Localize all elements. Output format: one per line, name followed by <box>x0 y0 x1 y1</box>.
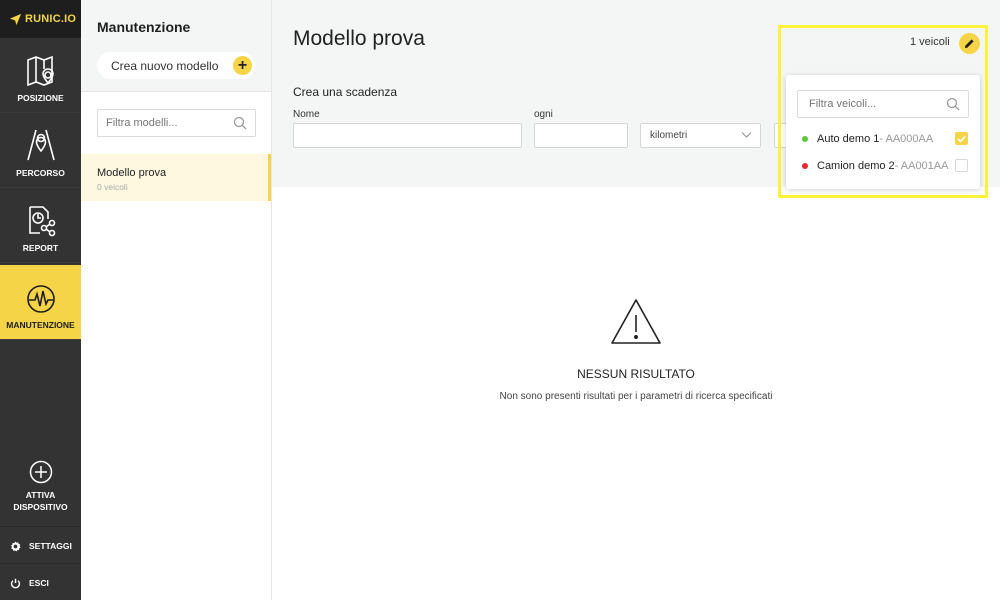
nav-label: ATTIVA <box>25 490 56 500</box>
check-icon <box>957 135 966 143</box>
report-icon <box>28 206 55 237</box>
model-filter-input[interactable]: Filtra modelli... <box>97 109 256 137</box>
nav-item-attiva-dispositivo[interactable]: ATTIVA DISPOSITIVO <box>0 450 81 524</box>
empty-state-text: Non sono presenti risultati per i parame… <box>499 391 773 402</box>
name-input[interactable] <box>293 123 522 148</box>
model-list-item[interactable]: Modello prova 0 veicoli <box>81 154 271 201</box>
settings-button[interactable]: SETTAGGI <box>0 538 81 554</box>
models-header: Manutenzione Crea nuovo modello + <box>81 0 271 92</box>
status-dot <box>802 163 808 169</box>
nav-item-posizione[interactable]: POSIZIONE <box>0 38 81 113</box>
vehicle-filter-input[interactable]: Filtra veicoli... <box>797 90 969 118</box>
route-icon <box>26 129 55 161</box>
paper-plane-icon <box>9 13 22 25</box>
app-logo[interactable]: RUNIC.IO <box>0 0 81 38</box>
plus-icon: + <box>233 56 252 75</box>
model-filter-placeholder: Filtra modelli... <box>106 117 178 129</box>
gear-icon <box>10 540 21 551</box>
search-icon <box>946 97 960 111</box>
page-title: Modello prova <box>293 27 425 50</box>
vehicle-name: Camion demo 2 <box>817 160 895 172</box>
every-input[interactable] <box>534 123 628 148</box>
create-model-label: Crea nuovo modello <box>111 58 219 73</box>
vehicle-name: Auto demo 1 <box>817 133 880 145</box>
search-icon <box>233 116 247 130</box>
vehicle-plate: - AA000AA <box>879 133 934 145</box>
vehicle-option[interactable]: Auto demo 1 - AA000AA <box>802 131 968 147</box>
model-vehicle-count: 0 veicoli <box>97 182 128 192</box>
models-title: Manutenzione <box>97 19 191 35</box>
nav-label: DISPOSITIVO <box>13 502 68 512</box>
nav-label: REPORT <box>22 243 59 253</box>
chevron-down-icon <box>741 132 752 138</box>
vehicle-filter-placeholder: Filtra veicoli... <box>809 98 877 110</box>
status-dot <box>802 136 808 142</box>
model-name: Modello prova <box>97 167 167 179</box>
nav-label: MANUTENZIONE <box>6 320 75 330</box>
map-pin-icon <box>26 55 54 87</box>
logo-text: RUNIC.IO <box>25 13 77 25</box>
vehicle-checkbox[interactable] <box>955 132 968 145</box>
models-panel: Manutenzione Crea nuovo modello + Filtra… <box>81 0 272 600</box>
create-model-button[interactable]: Crea nuovo modello + <box>97 52 255 79</box>
unit-select[interactable]: kilometri <box>640 123 761 148</box>
empty-state-title: NESSUN RISULTATO <box>577 367 695 381</box>
nav-item-percorso[interactable]: PERCORSO <box>0 113 81 188</box>
vehicle-option[interactable]: Camion demo 2 - AA001AA <box>802 158 968 174</box>
nav-label: PERCORSO <box>16 168 65 178</box>
nav-item-manutenzione[interactable]: MANUTENZIONE <box>0 265 81 340</box>
vehicle-checkbox[interactable] <box>955 159 968 172</box>
main-navigation: RUNIC.IO POSIZIONE PERCORSO REPORT MANUT… <box>0 0 81 600</box>
deadline-section-label: Crea una scadenza <box>293 85 398 99</box>
nav-item-report[interactable]: REPORT <box>0 188 81 263</box>
logout-button[interactable]: ESCI <box>0 575 81 591</box>
nav-label: POSIZIONE <box>17 93 64 103</box>
vehicle-dropdown: Filtra veicoli... Auto demo 1 - AA000AA … <box>786 75 980 189</box>
name-label: Nome <box>293 109 320 120</box>
add-circle-icon <box>29 460 52 484</box>
maintenance-pulse-icon <box>26 285 55 313</box>
every-label: ogni <box>534 109 553 120</box>
unit-selected: kilometri <box>650 130 688 141</box>
warning-icon <box>611 299 661 344</box>
power-icon <box>10 578 21 588</box>
vehicle-plate: - AA001AA <box>894 160 949 172</box>
